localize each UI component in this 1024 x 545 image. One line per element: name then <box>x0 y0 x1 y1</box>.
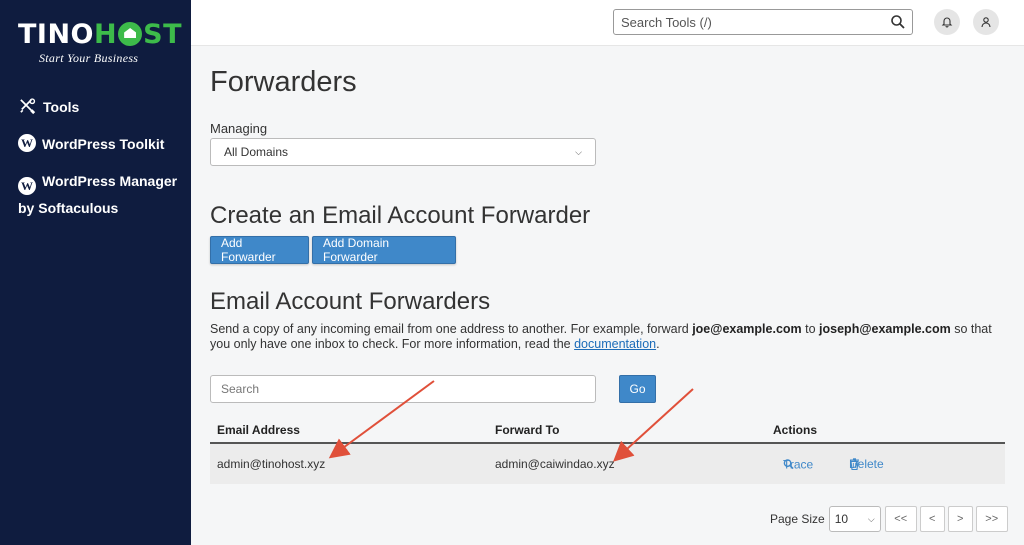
wordpress-icon: W <box>18 134 36 152</box>
bell-icon <box>941 17 953 28</box>
forwarders-table: Email Address Forward To Actions admin@t… <box>210 418 1005 484</box>
chevron-down-icon: ⌵ <box>867 513 875 524</box>
brand-tagline: Start Your Business <box>39 51 139 65</box>
next-page-button[interactable]: > <box>947 506 973 532</box>
pagination: Page Size 10 ⌵ << < > >> <box>770 506 1008 532</box>
sidebar: TINOH ST Start Your Business Tools W Word… <box>0 0 191 545</box>
trace-link[interactable]: Trace <box>783 457 813 471</box>
page-size-value: 10 <box>834 512 849 526</box>
previous-page-button[interactable]: < <box>919 506 945 532</box>
documentation-link[interactable]: documentation <box>574 337 656 351</box>
logo-text-st: ST <box>143 19 182 50</box>
description-text: Send a copy of any incoming email from o… <box>210 322 693 336</box>
create-forwarder-heading: Create an Email Account Forwarder <box>210 202 591 229</box>
column-header-forward-to[interactable]: Forward To <box>495 423 559 437</box>
delete-link[interactable]: Delete <box>849 457 884 471</box>
domain-select[interactable]: All Domains ⌵ <box>210 138 596 166</box>
description-text: . <box>656 337 660 351</box>
column-header-actions: Actions <box>773 423 818 437</box>
sidebar-nav: Tools W WordPress Toolkit W WordPress Man… <box>18 94 188 232</box>
example-email: joseph@example.com <box>819 322 951 336</box>
last-page-button[interactable]: >> <box>975 506 1008 532</box>
domain-select-value: All Domains <box>224 145 289 159</box>
sidebar-item-wordpress-manager[interactable]: W WordPress Manager by Softaculous <box>18 168 188 221</box>
search-tools-field[interactable] <box>613 9 913 35</box>
top-bar <box>191 0 1024 46</box>
sidebar-item-tools[interactable]: Tools <box>18 94 188 120</box>
sidebar-item-label: Tools <box>43 99 80 115</box>
chevron-down-icon: ⌵ <box>575 146 582 157</box>
sidebar-item-label: WordPress Toolkit <box>42 136 165 152</box>
sidebar-item-label: WordPress Manager by Softaculous <box>18 173 178 216</box>
email-forwarders-heading: Email Account Forwarders <box>210 288 491 315</box>
logo-text-tino: TINO <box>18 19 95 50</box>
table-header: Email Address Forward To Actions <box>210 418 1005 444</box>
sidebar-item-wordpress-toolkit[interactable]: W WordPress Toolkit <box>18 131 188 157</box>
example-email: joe@example.com <box>692 322 802 336</box>
go-button[interactable]: Go <box>619 375 656 403</box>
forwarders-search-field[interactable] <box>210 375 596 403</box>
tools-icon <box>20 98 36 115</box>
search-tools-input[interactable] <box>614 10 912 34</box>
first-page-button[interactable]: << <box>884 506 917 532</box>
delete-label: Delete <box>849 457 884 471</box>
managing-label: Managing <box>210 121 268 136</box>
column-header-email[interactable]: Email Address <box>217 423 300 437</box>
add-domain-forwarder-button[interactable]: Add Domain Forwarder <box>312 236 456 264</box>
user-icon <box>981 17 991 28</box>
trace-label: Trace <box>783 457 814 471</box>
forward-to-cell: admin@caiwindao.xyz <box>495 457 615 471</box>
email-address-cell: admin@tinohost.xyz <box>217 457 326 471</box>
table-row: admin@tinohost.xyz admin@caiwindao.xyz T… <box>210 444 1005 484</box>
add-forwarder-button[interactable]: Add Forwarder <box>210 236 309 264</box>
wordpress-icon: W <box>18 177 36 195</box>
logo-text-h: H <box>94 19 118 50</box>
page-size-select[interactable]: 10 ⌵ <box>828 506 881 532</box>
forwarders-search-input[interactable] <box>211 376 595 402</box>
search-icon[interactable] <box>890 14 906 30</box>
house-icon <box>118 22 143 46</box>
user-menu-button[interactable] <box>973 9 999 35</box>
brand-logo[interactable]: TINOH ST Start Your Business <box>18 19 182 66</box>
description-text: to <box>801 322 820 336</box>
forwarders-description: Send a copy of any incoming email from o… <box>210 322 1010 352</box>
page-size-label: Page Size <box>770 512 825 526</box>
page-title: Forwarders <box>210 66 357 98</box>
notifications-button[interactable] <box>934 9 960 35</box>
